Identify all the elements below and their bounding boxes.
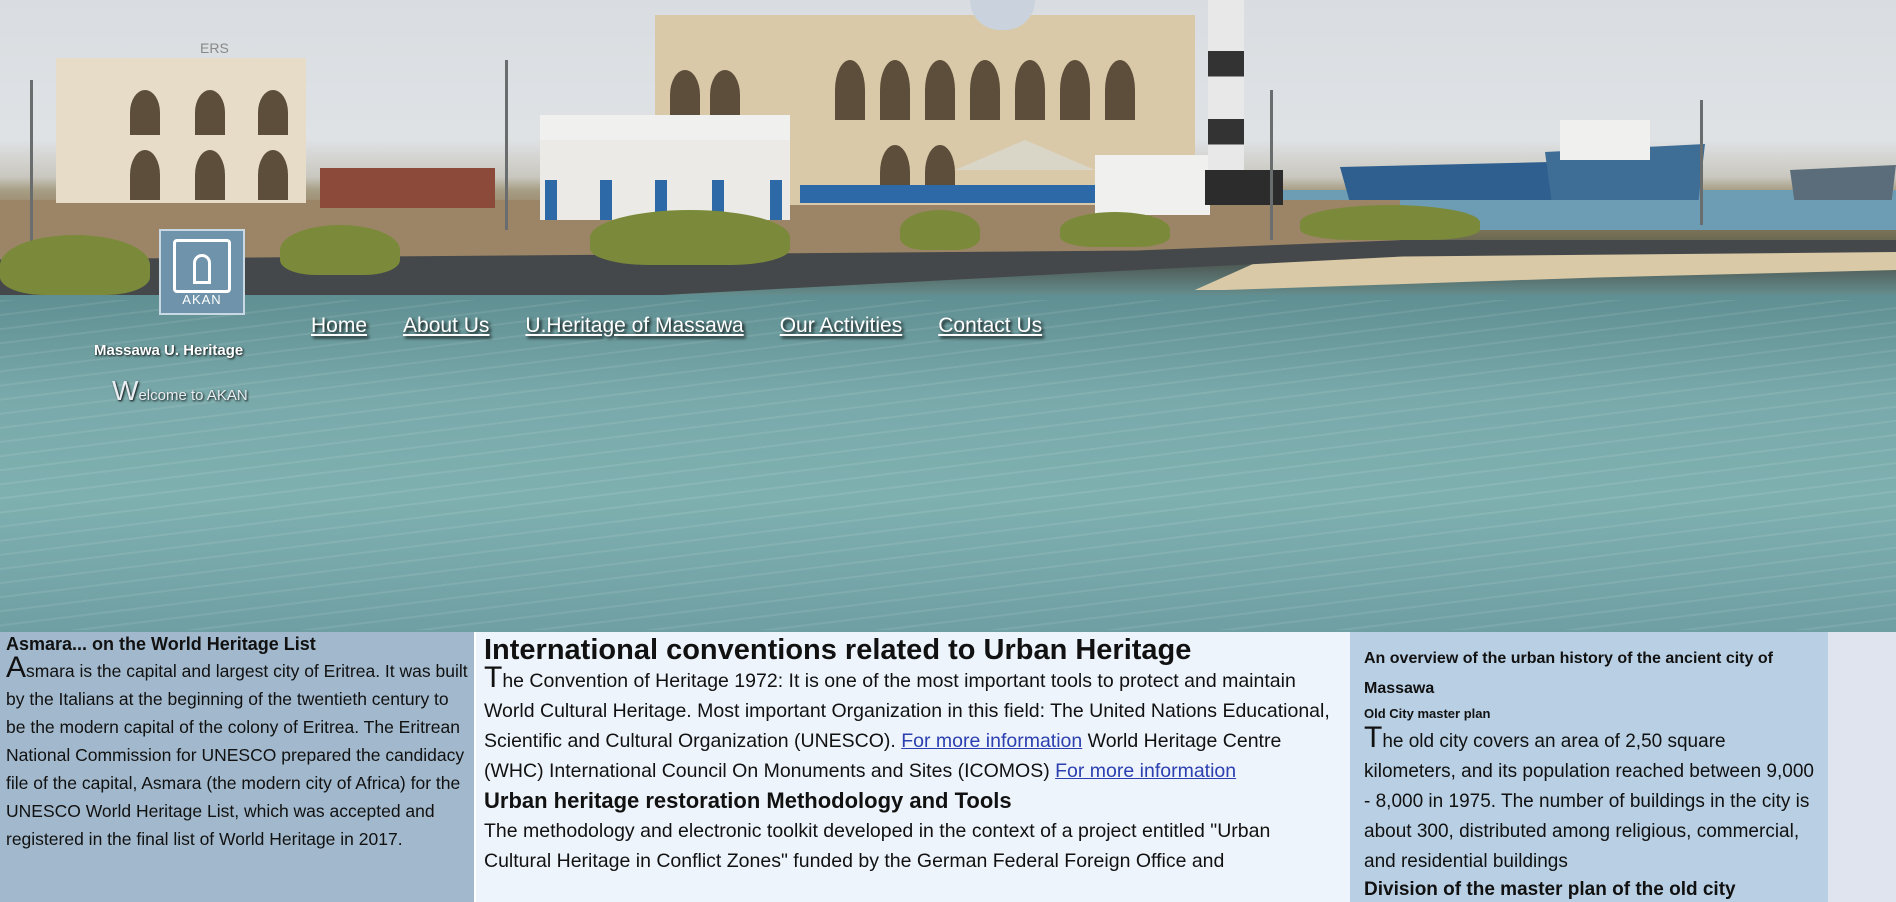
page-margin — [1828, 632, 1896, 902]
more-info-link-icomos[interactable]: For more information — [1055, 760, 1236, 782]
ship-cabin — [1560, 120, 1650, 160]
more-info-link-unesco[interactable]: For more information — [901, 730, 1082, 752]
middle-column: International conventions related to Urb… — [476, 632, 1350, 902]
blue-column — [545, 180, 557, 220]
left-column-text: Asmara is the capital and largest city o… — [6, 653, 470, 853]
utility-pole — [30, 80, 33, 255]
methodology-heading: Urban heritage restoration Methodology a… — [484, 788, 1012, 813]
left-column-title: Asmara... on the World Heritage List — [6, 634, 316, 654]
welcome-initial: W — [112, 375, 139, 406]
drop-cap: A — [6, 651, 27, 684]
palace-arch — [1015, 60, 1045, 120]
nav-urban-heritage[interactable]: U.Heritage of Massawa — [525, 314, 743, 338]
ship — [1340, 161, 1570, 200]
building-arch — [195, 150, 225, 200]
drop-cap: T — [1364, 721, 1383, 754]
palace-arch — [670, 70, 700, 120]
shrub — [1060, 212, 1170, 247]
middle-column-title: International conventions related to Urb… — [484, 634, 1192, 666]
left-column: Asmara... on the World Heritage List Asm… — [0, 632, 476, 902]
akan-logo[interactable]: AKAN — [159, 229, 245, 315]
building-arch — [130, 150, 160, 200]
palace-terrace — [540, 115, 790, 140]
ship — [1790, 165, 1896, 200]
nav-about-us[interactable]: About Us — [403, 314, 489, 338]
building-arch — [130, 90, 160, 135]
nav-home[interactable]: Home — [311, 314, 367, 338]
palace-arch — [970, 60, 1000, 120]
blue-column — [600, 180, 612, 220]
welcome-text: Welcome to AKAN — [112, 375, 248, 407]
nav-our-activities[interactable]: Our Activities — [780, 314, 903, 338]
right-column-subtitle: Old City master plan — [1364, 706, 1491, 721]
logo-frame-icon — [173, 239, 231, 293]
utility-pole — [1700, 100, 1703, 225]
sea-ripples — [0, 300, 1896, 630]
palace-arch — [835, 60, 865, 120]
methodology-text: The methodology and electronic toolkit d… — [484, 820, 1271, 872]
building-arch — [258, 90, 288, 135]
main-nav: Home About Us U.Heritage of Massawa Our … — [311, 314, 1042, 338]
small-house — [1095, 155, 1210, 215]
shrub — [1300, 205, 1480, 240]
building-sign: ERS — [200, 40, 229, 56]
right-column: An overview of the urban history of the … — [1350, 632, 1828, 902]
palace-arch — [1060, 60, 1090, 120]
welcome-rest: elcome to AKAN — [138, 387, 248, 404]
logo-arch-icon — [193, 254, 211, 284]
palace-arch — [1105, 60, 1135, 120]
shrub — [900, 210, 980, 250]
shrub — [280, 225, 400, 275]
palace-arch — [925, 60, 955, 120]
nav-contact-us[interactable]: Contact Us — [938, 314, 1042, 338]
palace-arch — [710, 70, 740, 120]
master-plan-heading: Division of the master plan of the old c… — [1364, 879, 1736, 900]
lighthouse-tower — [1208, 0, 1244, 170]
shrub — [590, 210, 790, 265]
drop-cap: T — [484, 661, 503, 694]
logo-text: AKAN — [182, 292, 222, 307]
right-column-body: he old city covers an area of 2,50 squar… — [1364, 731, 1814, 872]
site-name: Massawa U. Heritage — [94, 342, 244, 359]
right-column-text: The old city covers an area of 2,50 squa… — [1364, 723, 1814, 877]
left-column-body: smara is the capital and largest city of… — [6, 661, 468, 849]
utility-pole — [1270, 90, 1273, 240]
utility-pole — [505, 60, 508, 230]
red-wall — [320, 168, 495, 208]
right-column-title: An overview of the urban history of the … — [1364, 650, 1773, 697]
building-arch — [258, 150, 288, 200]
palace-arch — [880, 60, 910, 120]
shrub — [0, 235, 150, 295]
blue-column — [770, 180, 782, 220]
middle-column-text: The Convention of Heritage 1972: It is o… — [484, 663, 1342, 786]
building-arch — [195, 90, 225, 135]
